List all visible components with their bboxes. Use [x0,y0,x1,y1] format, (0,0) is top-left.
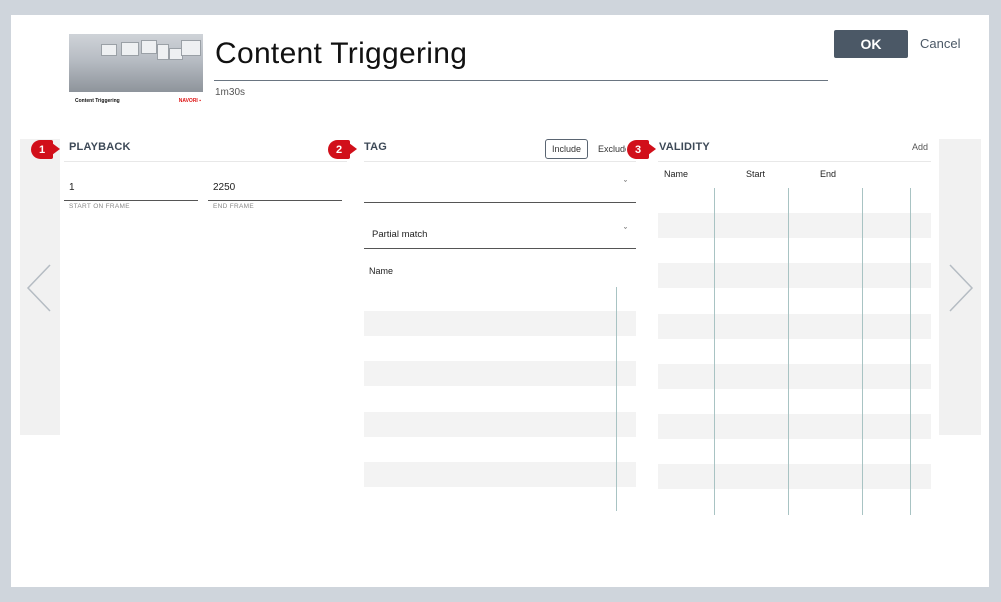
exclude-button[interactable]: Exclude [598,144,626,154]
end-frame-underline [208,200,342,201]
step-badge-3: 3 [627,140,656,159]
previous-panel[interactable] [20,139,60,435]
content-thumbnail: Content Triggering NAVORI ▪ [69,34,203,106]
thumbnail-brand-logo: NAVORI ▪ [178,98,201,104]
table-row [364,311,636,336]
chevron-down-icon[interactable]: ˇ [624,226,627,236]
validity-heading: VALIDITY [659,141,710,153]
table-row [658,213,931,238]
chevron-down-icon[interactable]: ˇ [624,179,627,189]
table-row [364,462,636,487]
table-row [658,414,931,439]
cancel-button[interactable]: Cancel [920,36,960,51]
table-row [658,314,931,339]
next-panel[interactable] [939,139,981,435]
validity-column-name: Name [664,169,689,179]
validity-table-scrollbar[interactable] [910,188,911,515]
playback-heading: PLAYBACK [69,141,131,153]
chevron-right-icon [949,264,974,312]
start-frame-underline [64,200,198,201]
table-row [364,412,636,437]
title-underline [214,80,828,81]
validity-column-end: End [820,169,837,179]
match-mode-select[interactable]: Partial match [372,229,427,240]
tag-select-underline [364,202,636,203]
table-row [658,263,931,288]
playback-divider [64,161,347,162]
ok-button[interactable]: OK [834,30,908,58]
table-row [364,361,636,386]
thumbnail-caption: Content Triggering [75,98,120,104]
column-divider[interactable] [788,188,789,515]
column-divider[interactable] [714,188,715,515]
include-button[interactable]: Include [545,139,588,159]
tag-name-column-header: Name [369,266,394,276]
page-title[interactable]: Content Triggering [215,37,467,71]
tag-divider [364,161,636,162]
end-frame-label: END FRAME [213,203,254,210]
duration-text: 1m30s [215,87,246,98]
add-validity-button[interactable]: Add [912,142,928,152]
thumbnail-image [69,34,203,92]
validity-column-start: Start [746,169,766,179]
step-badge-1: 1 [31,140,60,159]
step-badge-2: 2 [328,140,357,159]
column-divider[interactable] [862,188,863,515]
chevron-left-icon [26,264,51,312]
end-frame-input[interactable]: 2250 [213,182,235,193]
table-row [658,364,931,389]
start-frame-input[interactable]: 1 [69,182,75,193]
table-row [658,464,931,489]
match-select-underline [364,248,636,249]
validity-divider [658,161,931,162]
tag-heading: TAG [364,141,388,153]
start-frame-label: START ON FRAME [69,203,130,210]
tag-table-scrollbar[interactable] [616,287,617,511]
